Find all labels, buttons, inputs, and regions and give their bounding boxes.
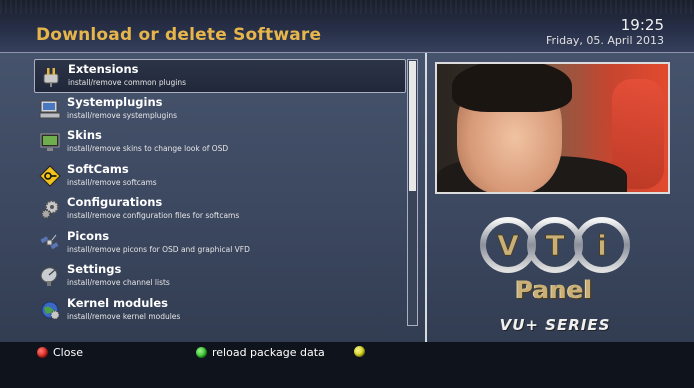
menu-item-title: Configurations	[67, 195, 163, 209]
red-button[interactable]: Close	[37, 346, 83, 359]
menu-item-desc: install/remove softcams	[67, 177, 157, 187]
menu-item-desc: install/remove common plugins	[68, 78, 186, 87]
dish-icon	[39, 265, 61, 287]
menu-item-skins[interactable]: Skins install/remove skins to change loo…	[34, 126, 406, 160]
menu-item-desc: install/remove kernel modules	[67, 311, 181, 321]
software-menu-list: Extensions install/remove common plugins…	[34, 59, 406, 327]
menu-item-title: Extensions	[68, 62, 139, 76]
menu-item-systemplugins[interactable]: Systemplugins install/remove systemplugi…	[34, 93, 406, 127]
key-warning-icon	[39, 164, 61, 187]
menu-item-title: Settings	[67, 262, 122, 276]
clock-date: Friday, 05. April 2013	[546, 34, 664, 47]
green-button-label: reload package data	[212, 346, 325, 359]
gears-icon	[39, 198, 61, 220]
logo-letter-i: i	[597, 229, 607, 262]
menu-item-title: Systemplugins	[67, 94, 163, 109]
vertical-divider	[425, 53, 427, 342]
logo-letter-v: V	[497, 229, 519, 262]
yellow-button[interactable]	[354, 346, 370, 357]
scrollbar-thumb[interactable]	[409, 61, 416, 191]
menu-item-desc: install/remove picons for OSD and graphi…	[67, 244, 250, 254]
logo-panel-text: Panel	[515, 276, 593, 304]
satellite-icon	[39, 232, 61, 254]
logo-series-text: VU+ SERIES	[499, 316, 611, 334]
footer-bar	[0, 342, 694, 388]
vti-logo-rings: V T i	[480, 217, 630, 273]
preview-hair	[452, 64, 572, 112]
menu-item-desc: install/remove skins to change look of O…	[67, 144, 229, 153]
header-bar: Download or delete Software 19:25 Friday…	[0, 0, 694, 53]
menu-item-title: Kernel modules	[67, 295, 169, 310]
menu-scrollbar[interactable]	[407, 59, 418, 326]
menu-item-extensions[interactable]: Extensions install/remove common plugins	[34, 59, 406, 93]
menu-item-settings[interactable]: Settings install/remove channel lists	[34, 260, 406, 294]
plug-icon	[40, 65, 62, 87]
menu-item-title: SoftCams	[67, 161, 129, 176]
menu-item-title: Picons	[67, 228, 110, 243]
menu-item-picons[interactable]: Picons install/remove picons for OSD and…	[34, 227, 406, 261]
menu-item-softcams[interactable]: SoftCams install/remove softcams	[34, 160, 406, 194]
menu-item-configurations[interactable]: Configurations install/remove configurat…	[34, 193, 406, 227]
computer-icon	[39, 98, 61, 120]
yellow-button-icon	[354, 346, 365, 357]
green-button-icon	[196, 347, 207, 358]
red-button-icon	[37, 347, 48, 358]
menu-item-desc: install/remove channel lists	[67, 278, 170, 287]
menu-item-desc: install/remove configuration files for s…	[67, 211, 240, 220]
red-button-label: Close	[53, 346, 83, 359]
clock-time: 19:25	[620, 16, 664, 34]
logo-letter-t: T	[545, 229, 564, 262]
green-button[interactable]: reload package data	[196, 346, 325, 359]
menu-item-desc: install/remove systemplugins	[67, 110, 178, 120]
page-title: Download or delete Software	[36, 25, 322, 45]
menu-item-title: Skins	[67, 128, 102, 142]
monitor-icon	[39, 131, 61, 153]
menu-item-kernel-modules[interactable]: Kernel modules install/remove kernel mod…	[34, 294, 406, 328]
globe-gear-icon	[39, 299, 61, 321]
tv-preview	[435, 62, 670, 194]
